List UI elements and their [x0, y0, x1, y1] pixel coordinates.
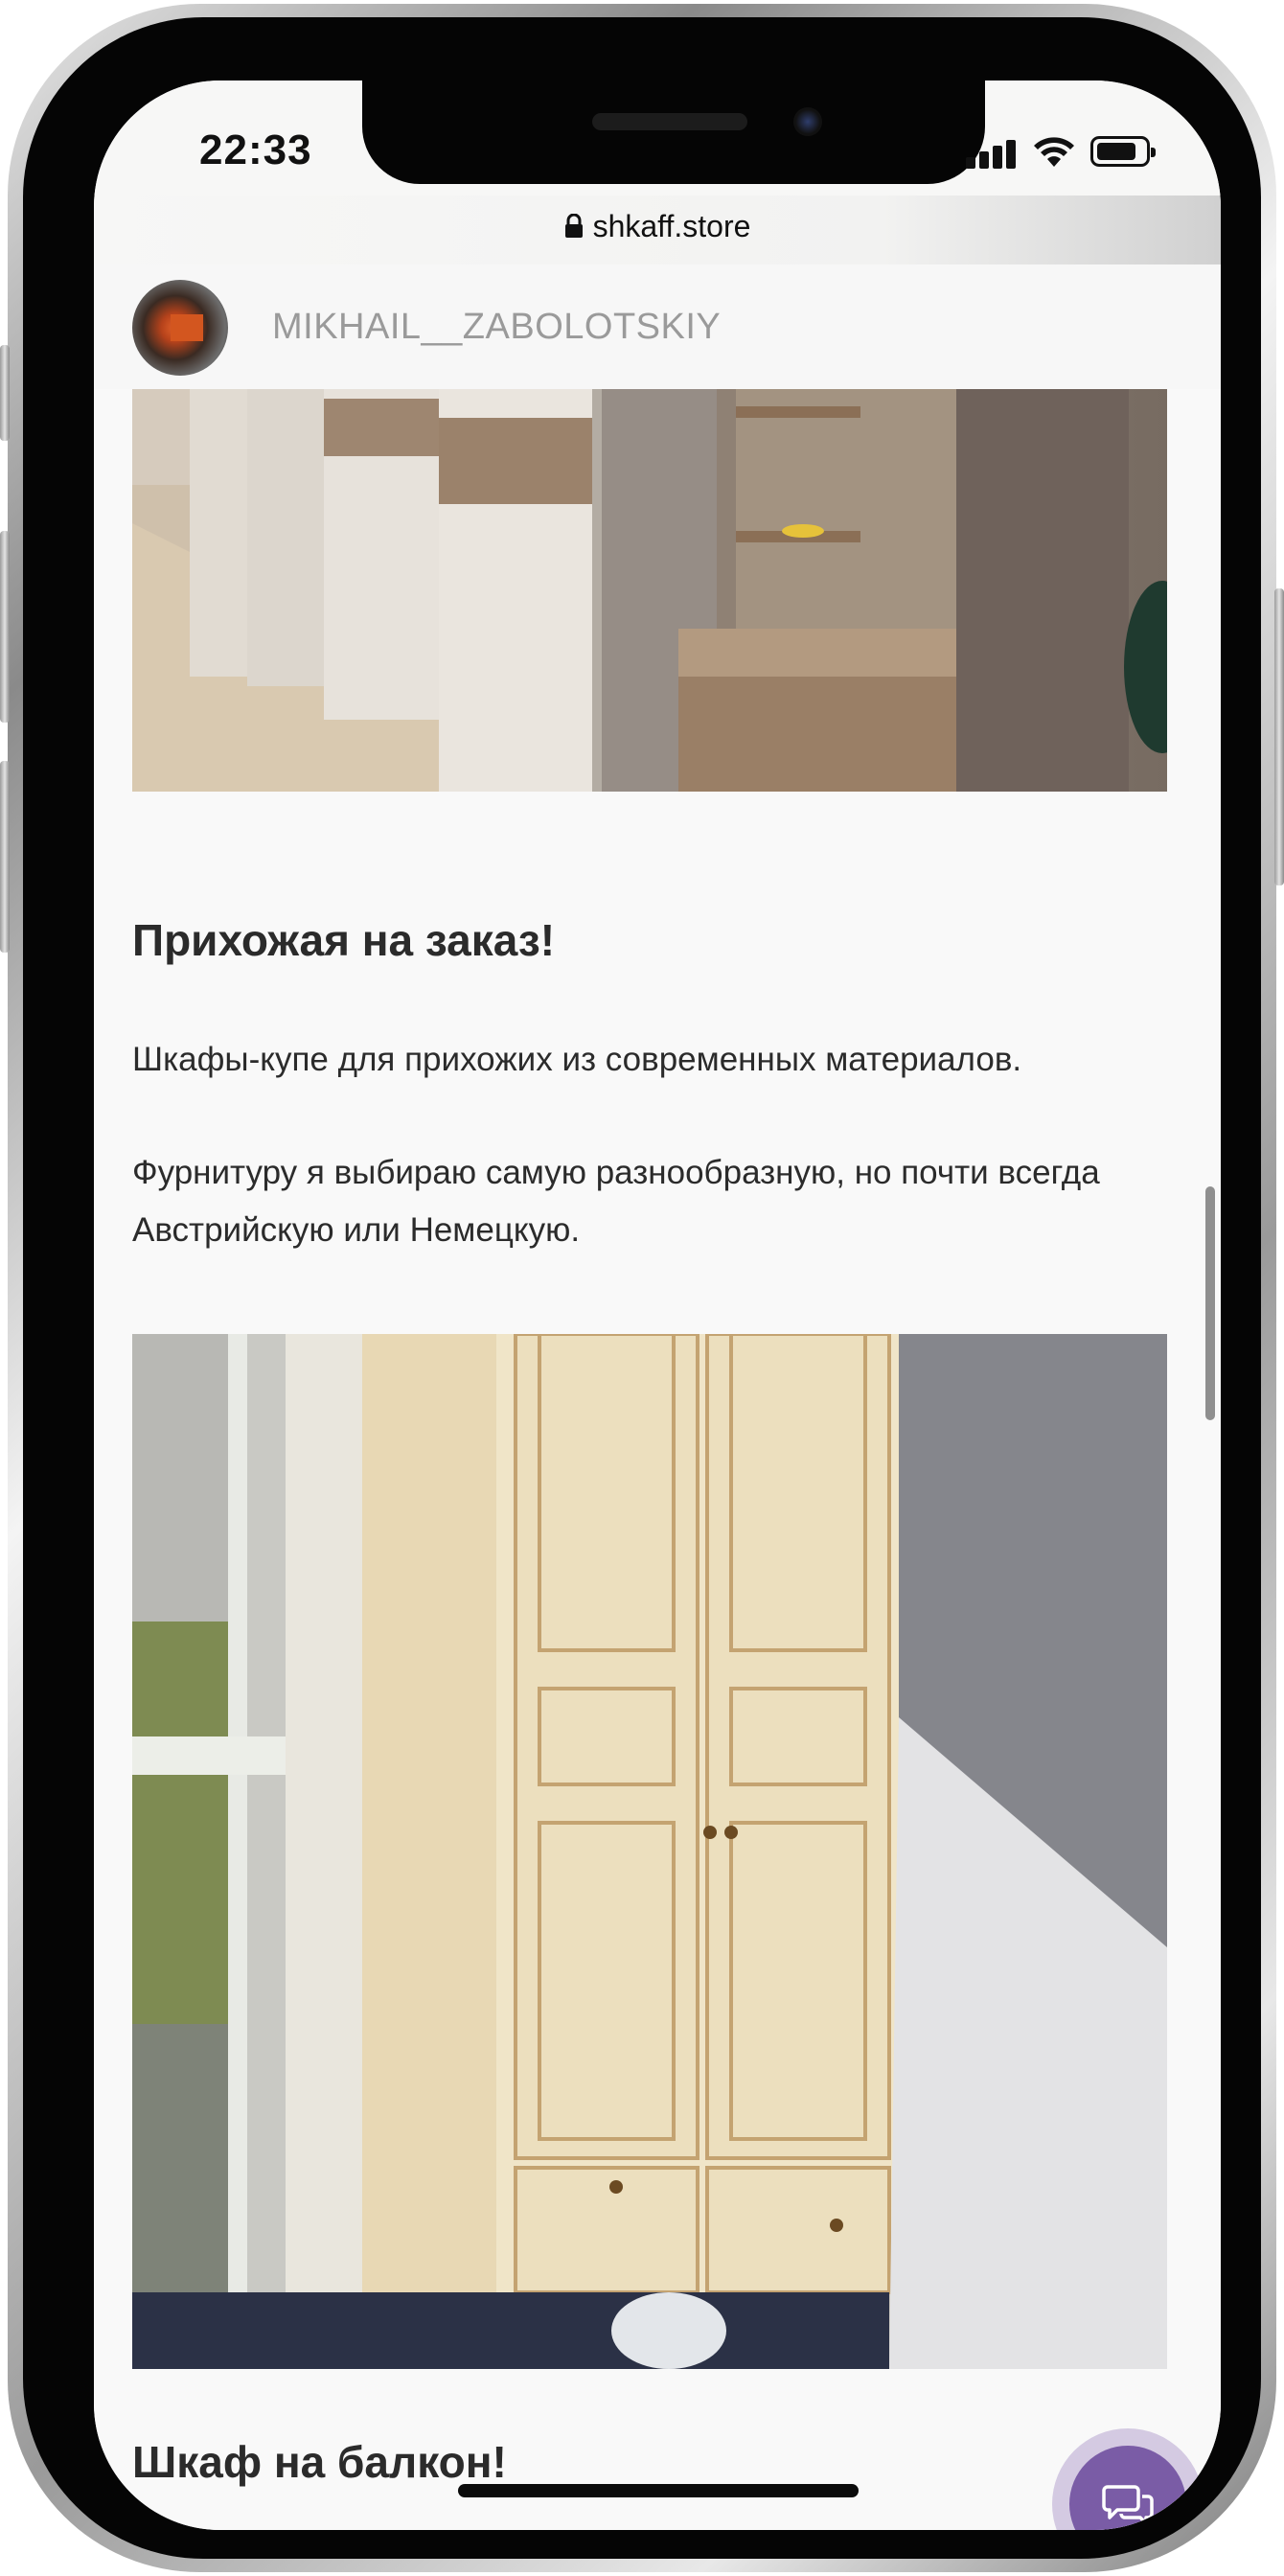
- url-display[interactable]: shkaff.store: [94, 209, 1221, 244]
- volume-up-button: [0, 531, 10, 723]
- silent-switch: [0, 345, 10, 441]
- power-button: [1274, 588, 1284, 886]
- post-image-hallway: [132, 389, 1167, 792]
- battery-icon: [1090, 136, 1156, 167]
- profile-header: MIKHAIL__ZABOLOTSKIY: [94, 264, 1221, 390]
- status-bar: 22:33: [94, 80, 1221, 196]
- phone-screen: 22:33 shkaff.store MIKHAIL__ZABOLOTSKIY …: [94, 80, 1221, 2530]
- volume-down-button: [0, 761, 10, 953]
- hallway-photo-drawing: [132, 389, 1167, 792]
- post-paragraph: Фурнитуру я выбираю самую разнообразную,…: [132, 1154, 1100, 1249]
- phone-frame: 22:33 shkaff.store MIKHAIL__ZABOLOTSKIY …: [0, 4, 1284, 2572]
- post-title: Прихожая на заказ!: [132, 915, 556, 965]
- signal-icon: [966, 140, 1020, 169]
- post-feed: Прихожая на заказ! Шкафы-купе для прихож…: [94, 389, 1221, 2530]
- wifi-icon: [1034, 137, 1074, 167]
- url-text: shkaff.store: [592, 209, 751, 243]
- profile-username[interactable]: MIKHAIL__ZABOLOTSKIY: [272, 307, 721, 348]
- post-image-balcony: [132, 1334, 1167, 2369]
- camera-notch: [362, 80, 985, 184]
- balcony-photo-drawing: [132, 1334, 1167, 2369]
- phone-bezel: 22:33 shkaff.store MIKHAIL__ZABOLOTSKIY …: [23, 17, 1261, 2559]
- home-indicator[interactable]: [458, 2484, 859, 2497]
- scrollbar[interactable]: [1205, 1186, 1215, 1420]
- status-time: 22:33: [199, 126, 312, 173]
- lock-icon: [564, 214, 583, 238]
- chat-bubbles-icon: [1102, 2485, 1154, 2525]
- browser-address-bar[interactable]: shkaff.store: [94, 196, 1221, 265]
- post-paragraph: Шкафы-купе для прихожих из современных м…: [132, 1041, 1022, 1078]
- post-title: Шкаф на балкон!: [132, 2437, 507, 2487]
- avatar[interactable]: [132, 280, 228, 376]
